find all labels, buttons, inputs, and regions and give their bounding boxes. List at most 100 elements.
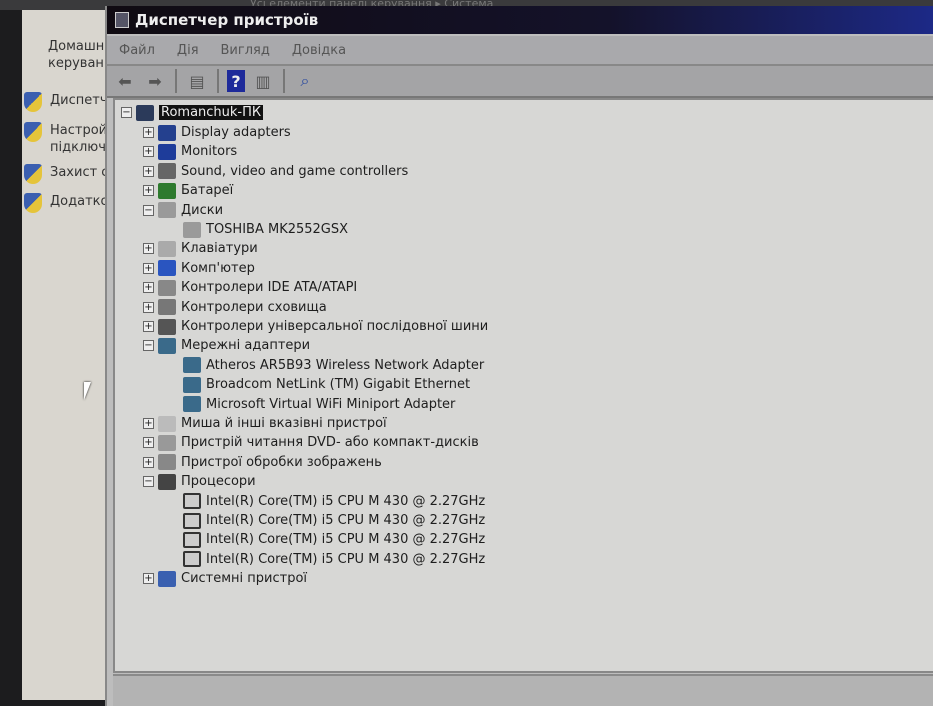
tree-node-usb[interactable]: + Контролери універсальної послідовної ши… <box>143 317 488 336</box>
tree-node-dvd[interactable]: + Пристрій читання DVD- або компакт-дискі… <box>143 433 479 452</box>
tree-root[interactable]: − Romanchuk-ПК <box>121 103 264 122</box>
tree-node-system[interactable]: + Системні пристрої <box>143 569 307 588</box>
speaker-icon <box>158 163 176 180</box>
tree-node-cpu[interactable]: − Процесори <box>143 472 256 491</box>
storage-icon <box>158 299 176 316</box>
device-label: Intel(R) Core(TM) i5 CPU M 430 @ 2.27GHz <box>206 513 486 528</box>
monitor-icon <box>158 143 176 160</box>
network-device-icon <box>183 357 201 374</box>
forward-arrow-icon[interactable]: ➡ <box>143 70 167 92</box>
tree-node-label: Процесори <box>181 474 256 490</box>
tree-node-label: Контролери універсальної послідовної шин… <box>181 319 489 334</box>
cpu-device-icon <box>183 531 201 548</box>
root-label: Romanchuk-ПК <box>159 105 264 120</box>
device-label: Atheros AR5B93 Wireless Network Adapter <box>206 357 485 373</box>
tree-node-label: Системні пристрої <box>181 571 308 587</box>
ide-icon <box>158 279 176 296</box>
sidebar-link[interactable]: Захист с <box>24 164 108 184</box>
sidebar-link[interactable]: Диспетч <box>24 92 108 112</box>
tree-leaf-device[interactable]: Intel(R) Core(TM) i5 CPU M 430 @ 2.27GHz <box>183 492 485 511</box>
shield-icon <box>24 193 42 213</box>
menu-help[interactable]: Довідка <box>292 43 346 58</box>
system-icon <box>158 570 176 587</box>
tree-node-battery[interactable]: + Батареї <box>143 181 233 200</box>
tree-leaf-device[interactable]: Intel(R) Core(TM) i5 CPU M 430 @ 2.27GHz <box>183 530 485 549</box>
shield-icon <box>24 164 42 184</box>
expand-icon[interactable]: + <box>143 282 154 294</box>
collapse-icon[interactable]: − <box>143 476 154 488</box>
expand-icon[interactable]: + <box>143 243 154 255</box>
tree-node-camera[interactable]: + Пристрої обробки зображень <box>143 453 382 472</box>
sidebar-link[interactable]: Додатко <box>24 193 108 213</box>
tree-leaf-device[interactable]: Intel(R) Core(TM) i5 CPU M 430 @ 2.27GHz <box>183 550 485 569</box>
expand-icon[interactable]: + <box>143 437 154 449</box>
tree-node-monitor[interactable]: + Monitors <box>143 142 237 161</box>
tree-node-storage[interactable]: + Контролери сховища <box>143 298 327 317</box>
collapse-icon[interactable]: − <box>121 107 132 118</box>
expand-icon[interactable]: + <box>143 321 154 332</box>
menu-bar: Файл Дія Вигляд Довідка <box>107 36 933 66</box>
network-device-icon <box>183 376 201 393</box>
menu-action[interactable]: Дія <box>177 43 199 58</box>
collapse-icon[interactable]: − <box>143 340 154 352</box>
tree-leaf-device[interactable]: Broadcom NetLink (TM) Gigabit Ethernet <box>183 375 470 394</box>
tree-node-mouse[interactable]: + Миша й інші вказівні пристрої <box>143 414 387 433</box>
tree-leaf-device[interactable]: Microsoft Virtual WiFi Miniport Adapter <box>183 395 455 414</box>
console-tree-icon[interactable]: ▤ <box>185 70 209 92</box>
tree-node-label: Диски <box>181 202 224 218</box>
properties-icon[interactable]: ▥ <box>251 70 275 92</box>
tree-node-label: Батареї <box>181 183 234 199</box>
tree-node-network[interactable]: − Мережні адаптери <box>143 336 310 355</box>
tree-node-disk[interactable]: − Диски <box>143 201 223 220</box>
tree-node-computer[interactable]: + Комп'ютер <box>143 259 255 278</box>
expand-icon[interactable]: + <box>143 165 154 177</box>
device-label: Intel(R) Core(TM) i5 CPU M 430 @ 2.27GHz <box>206 532 486 548</box>
device-tree[interactable]: − Romanchuk-ПК + Display adapters + Monitor… <box>113 98 933 673</box>
cpu-device-icon <box>183 493 201 510</box>
expand-icon[interactable]: + <box>143 418 154 429</box>
tree-node-display-adapter[interactable]: + Display adapters <box>143 123 291 142</box>
device-manager-window: Диспетчер пристроїв Файл Дія Вигляд Дові… <box>105 6 933 706</box>
tree-node-label: Мережні адаптери <box>181 338 311 354</box>
expand-icon[interactable]: + <box>143 146 154 158</box>
tree-node-speaker[interactable]: + Sound, video and game controllers <box>143 162 408 181</box>
menu-view[interactable]: Вигляд <box>221 43 270 58</box>
tree-leaf-device[interactable]: TOSHIBA MK2552GSX <box>183 220 348 239</box>
expand-icon[interactable]: + <box>143 301 154 313</box>
tree-leaf-device[interactable]: Atheros AR5B93 Wireless Network Adapter <box>183 356 484 375</box>
window-title: Диспетчер пристроїв <box>135 11 319 29</box>
tree-node-label: Комп'ютер <box>181 260 255 276</box>
disk-icon <box>158 202 176 219</box>
tree-node-label: Sound, video and game controllers <box>181 163 409 179</box>
menu-file[interactable]: Файл <box>119 43 155 58</box>
control-panel-home-link[interactable]: Домашня керуванн <box>48 38 108 72</box>
sidebar-link-label: Настрой підключ <box>50 123 106 155</box>
device-manager-icon <box>115 12 129 28</box>
device-label: Intel(R) Core(TM) i5 CPU M 430 @ 2.27GHz <box>206 551 486 567</box>
tree-node-label: Контролери IDE ATA/ATAPI <box>181 280 358 296</box>
tree-leaf-device[interactable]: Intel(R) Core(TM) i5 CPU M 430 @ 2.27GHz <box>183 511 485 530</box>
back-arrow-icon[interactable]: ⬅ <box>113 70 137 92</box>
tree-node-label: Миша й інші вказівні пристрої <box>181 416 387 431</box>
help-icon[interactable]: ? <box>227 70 245 92</box>
toolbar-separator <box>175 69 177 93</box>
device-label: Microsoft Virtual WiFi Miniport Adapter <box>206 396 456 412</box>
collapse-icon[interactable]: − <box>143 204 154 216</box>
expand-icon[interactable]: + <box>143 456 154 468</box>
tree-node-keyboard[interactable]: + Клавіатури <box>143 239 258 258</box>
expand-icon[interactable]: + <box>143 262 154 274</box>
sidebar-link[interactable]: Настрой підключ <box>24 122 114 156</box>
expand-icon[interactable]: + <box>143 185 154 197</box>
expand-icon[interactable]: + <box>143 573 154 585</box>
tree-node-label: Пристрій читання DVD- або компакт-дисків <box>181 435 479 451</box>
sidebar-link-label: Диспетч <box>50 93 108 108</box>
title-bar[interactable]: Диспетчер пристроїв <box>107 6 933 34</box>
tree-node-label: Monitors <box>181 144 238 160</box>
tree-node-ide[interactable]: + Контролери IDE ATA/ATAPI <box>143 278 357 297</box>
shield-icon <box>24 92 42 112</box>
expand-icon[interactable]: + <box>143 127 154 138</box>
scan-hardware-icon[interactable]: ⌕ <box>293 70 317 92</box>
computer-icon <box>136 104 154 121</box>
tree-node-label: Контролери сховища <box>181 299 327 315</box>
tree-node-label: Пристрої обробки зображень <box>181 454 382 470</box>
